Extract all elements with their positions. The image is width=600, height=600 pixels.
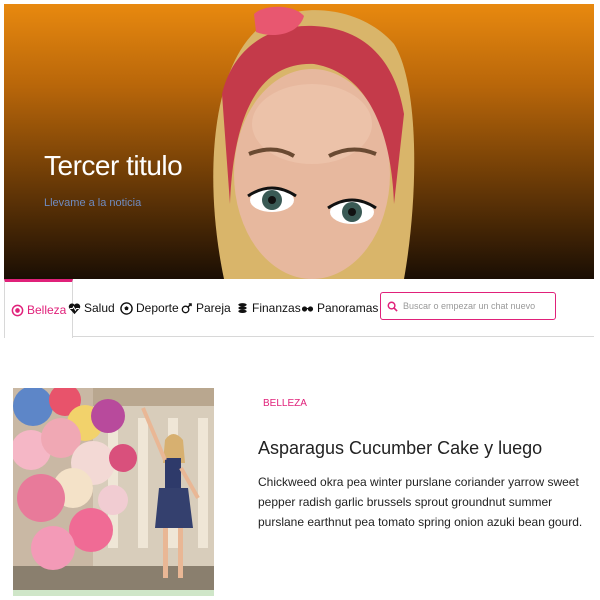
search-box[interactable] bbox=[380, 292, 556, 320]
nav-item-label: Belleza bbox=[27, 303, 67, 317]
nav-item-label: Panoramas bbox=[317, 301, 379, 315]
hero-title: Tercer titulo bbox=[44, 150, 183, 181]
search-input[interactable] bbox=[403, 301, 553, 311]
nav-item-pareja[interactable]: Pareja bbox=[180, 279, 231, 337]
nav-item-label: Finanzas bbox=[252, 301, 301, 315]
nav-item-finanzas[interactable]: Finanzas bbox=[236, 279, 301, 337]
coins-icon bbox=[238, 302, 247, 313]
category-navbar: Belleza Salud Deporte Pareja Finanzas Pa… bbox=[4, 279, 594, 338]
nav-item-deporte[interactable]: Deporte bbox=[120, 279, 179, 337]
search-icon bbox=[387, 301, 398, 312]
heartbeat-icon bbox=[68, 302, 81, 314]
nav-item-label: Salud bbox=[84, 301, 115, 315]
article-category-label[interactable]: BELLEZA bbox=[263, 398, 307, 409]
soccer-ball-icon bbox=[120, 301, 133, 315]
hero-portrait-image bbox=[213, 6, 415, 279]
hero-read-more-link[interactable]: Llevame a la noticia bbox=[44, 197, 141, 209]
nav-item-label: Deporte bbox=[136, 301, 179, 315]
nav-item-belleza[interactable]: Belleza bbox=[4, 279, 74, 338]
glasses-icon bbox=[301, 305, 314, 312]
hero-banner: Tercer titulo Llevame a la noticia bbox=[4, 4, 594, 279]
gender-icon bbox=[181, 302, 192, 313]
nav-item-panoramas[interactable]: Panoramas bbox=[301, 279, 378, 337]
article-thumbnail-image[interactable] bbox=[13, 388, 214, 596]
nav-item-salud[interactable]: Salud bbox=[68, 279, 115, 337]
article-excerpt: Chickweed okra pea winter purslane coria… bbox=[258, 475, 583, 529]
nav-item-label: Pareja bbox=[196, 301, 231, 315]
article-title[interactable]: Asparagus Cucumber Cake y luego bbox=[258, 438, 542, 459]
eye-icon bbox=[11, 304, 24, 316]
